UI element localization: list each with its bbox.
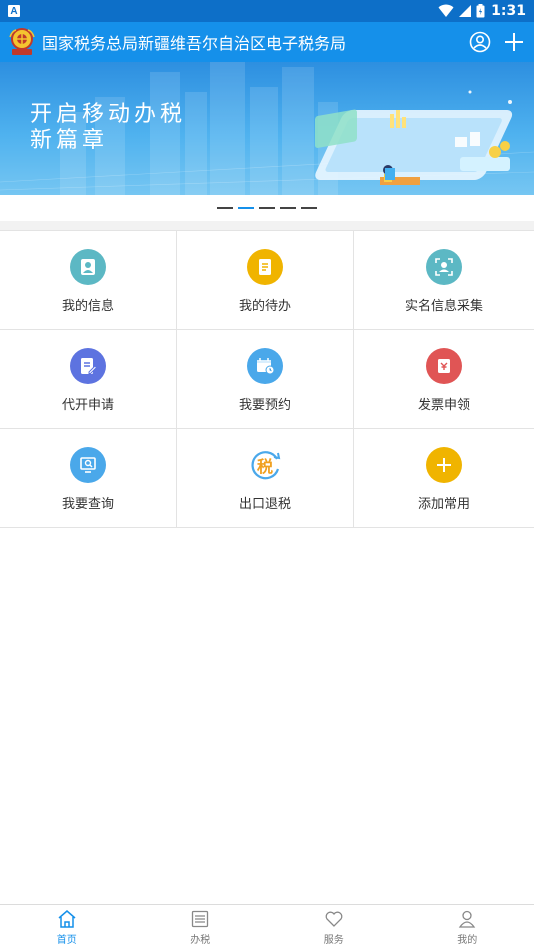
battery-icon (476, 4, 485, 18)
tax-refund-icon: 税 (247, 447, 283, 483)
person-card-icon (70, 249, 106, 285)
carousel-dot[interactable] (259, 207, 275, 209)
search-screen-icon (70, 447, 106, 483)
user-circle-icon (469, 31, 491, 53)
notification-app-icon: A (8, 5, 20, 17)
header-actions (468, 30, 526, 54)
grid-item-my-todo[interactable]: 我的待办 (177, 231, 354, 330)
nav-item-service[interactable]: 服务 (267, 905, 401, 950)
grid-item-label: 发票申领 (417, 397, 470, 412)
bottom-nav: 首页 办税 服务 我的 (0, 904, 534, 950)
grid-item-label: 添加常用 (417, 496, 470, 511)
grid-item-label: 我的信息 (61, 298, 114, 313)
invoice-icon (426, 348, 462, 384)
grid-item-invoice-apply[interactable]: 发票申领 (354, 330, 534, 429)
app-header: 国家税务总局新疆维吾尔自治区电子税务局 (0, 22, 534, 62)
nav-label: 服务 (323, 935, 344, 946)
nav-label: 我的 (457, 935, 478, 946)
carousel-dot[interactable] (301, 207, 317, 209)
grid-item-label: 我要预约 (238, 397, 291, 412)
nav-item-tax[interactable]: 办税 (134, 905, 268, 950)
grid-item-export-refund[interactable]: 税 出口退税 (177, 429, 354, 528)
carousel-dot-active[interactable] (238, 207, 254, 209)
banner-slogan: 开启移动办税 新篇章 (30, 102, 186, 154)
list-icon (192, 910, 209, 928)
banner-slogan-line1: 开启移动办税 (30, 102, 187, 127)
user-button[interactable] (468, 30, 492, 54)
grid-item-label: 我的待办 (238, 298, 291, 313)
grid-item-appointment[interactable]: 我要预约 (177, 330, 354, 429)
edit-document-icon (70, 348, 106, 384)
nav-item-mine[interactable]: 我的 (401, 905, 534, 950)
person-icon (459, 910, 476, 928)
grid-item-my-info[interactable]: 我的信息 (0, 231, 177, 330)
carousel-dot[interactable] (280, 207, 296, 209)
function-grid: 我的信息 我的待办 实名信息采集 代开申请 我要预约 发票申领 我要查询 税 出… (0, 230, 534, 528)
nav-label: 办税 (190, 935, 211, 946)
nav-label: 首页 (56, 935, 77, 946)
tax-glyph: 税 (256, 459, 273, 476)
grid-item-add-favorite[interactable]: 添加常用 (354, 429, 534, 528)
calendar-clock-icon (247, 348, 283, 384)
status-time: 1:31 (491, 3, 526, 19)
grid-item-proxy-invoice[interactable]: 代开申请 (0, 330, 177, 429)
carousel-indicator (0, 195, 534, 221)
grid-item-query[interactable]: 我要查询 (0, 429, 177, 528)
face-scan-icon (426, 249, 462, 285)
plus-icon (426, 447, 462, 483)
app-title: 国家税务总局新疆维吾尔自治区电子税务局 (42, 36, 347, 53)
document-list-icon (247, 249, 283, 285)
wifi-icon (438, 4, 454, 17)
plus-icon (505, 33, 523, 51)
grid-item-label: 实名信息采集 (404, 298, 483, 313)
grid-item-realname-collect[interactable]: 实名信息采集 (354, 231, 534, 330)
banner-slogan-line2: 新篇章 (30, 128, 109, 153)
grid-item-label: 我要查询 (61, 496, 114, 511)
status-right: 1:31 (438, 3, 526, 19)
signal-icon (459, 5, 472, 17)
section-divider (0, 221, 534, 230)
promo-banner[interactable]: 开启移动办税 新篇章 (0, 62, 534, 195)
add-button[interactable] (502, 30, 526, 54)
heart-icon (325, 911, 343, 927)
status-bar: A 1:31 (0, 0, 534, 22)
grid-item-label: 代开申请 (61, 397, 114, 412)
nav-item-home[interactable]: 首页 (0, 905, 134, 950)
status-left: A (8, 5, 20, 17)
carousel-dot[interactable] (217, 207, 233, 209)
home-icon (58, 910, 76, 928)
grid-item-label: 出口退税 (238, 496, 291, 511)
tax-emblem-icon (9, 28, 35, 55)
